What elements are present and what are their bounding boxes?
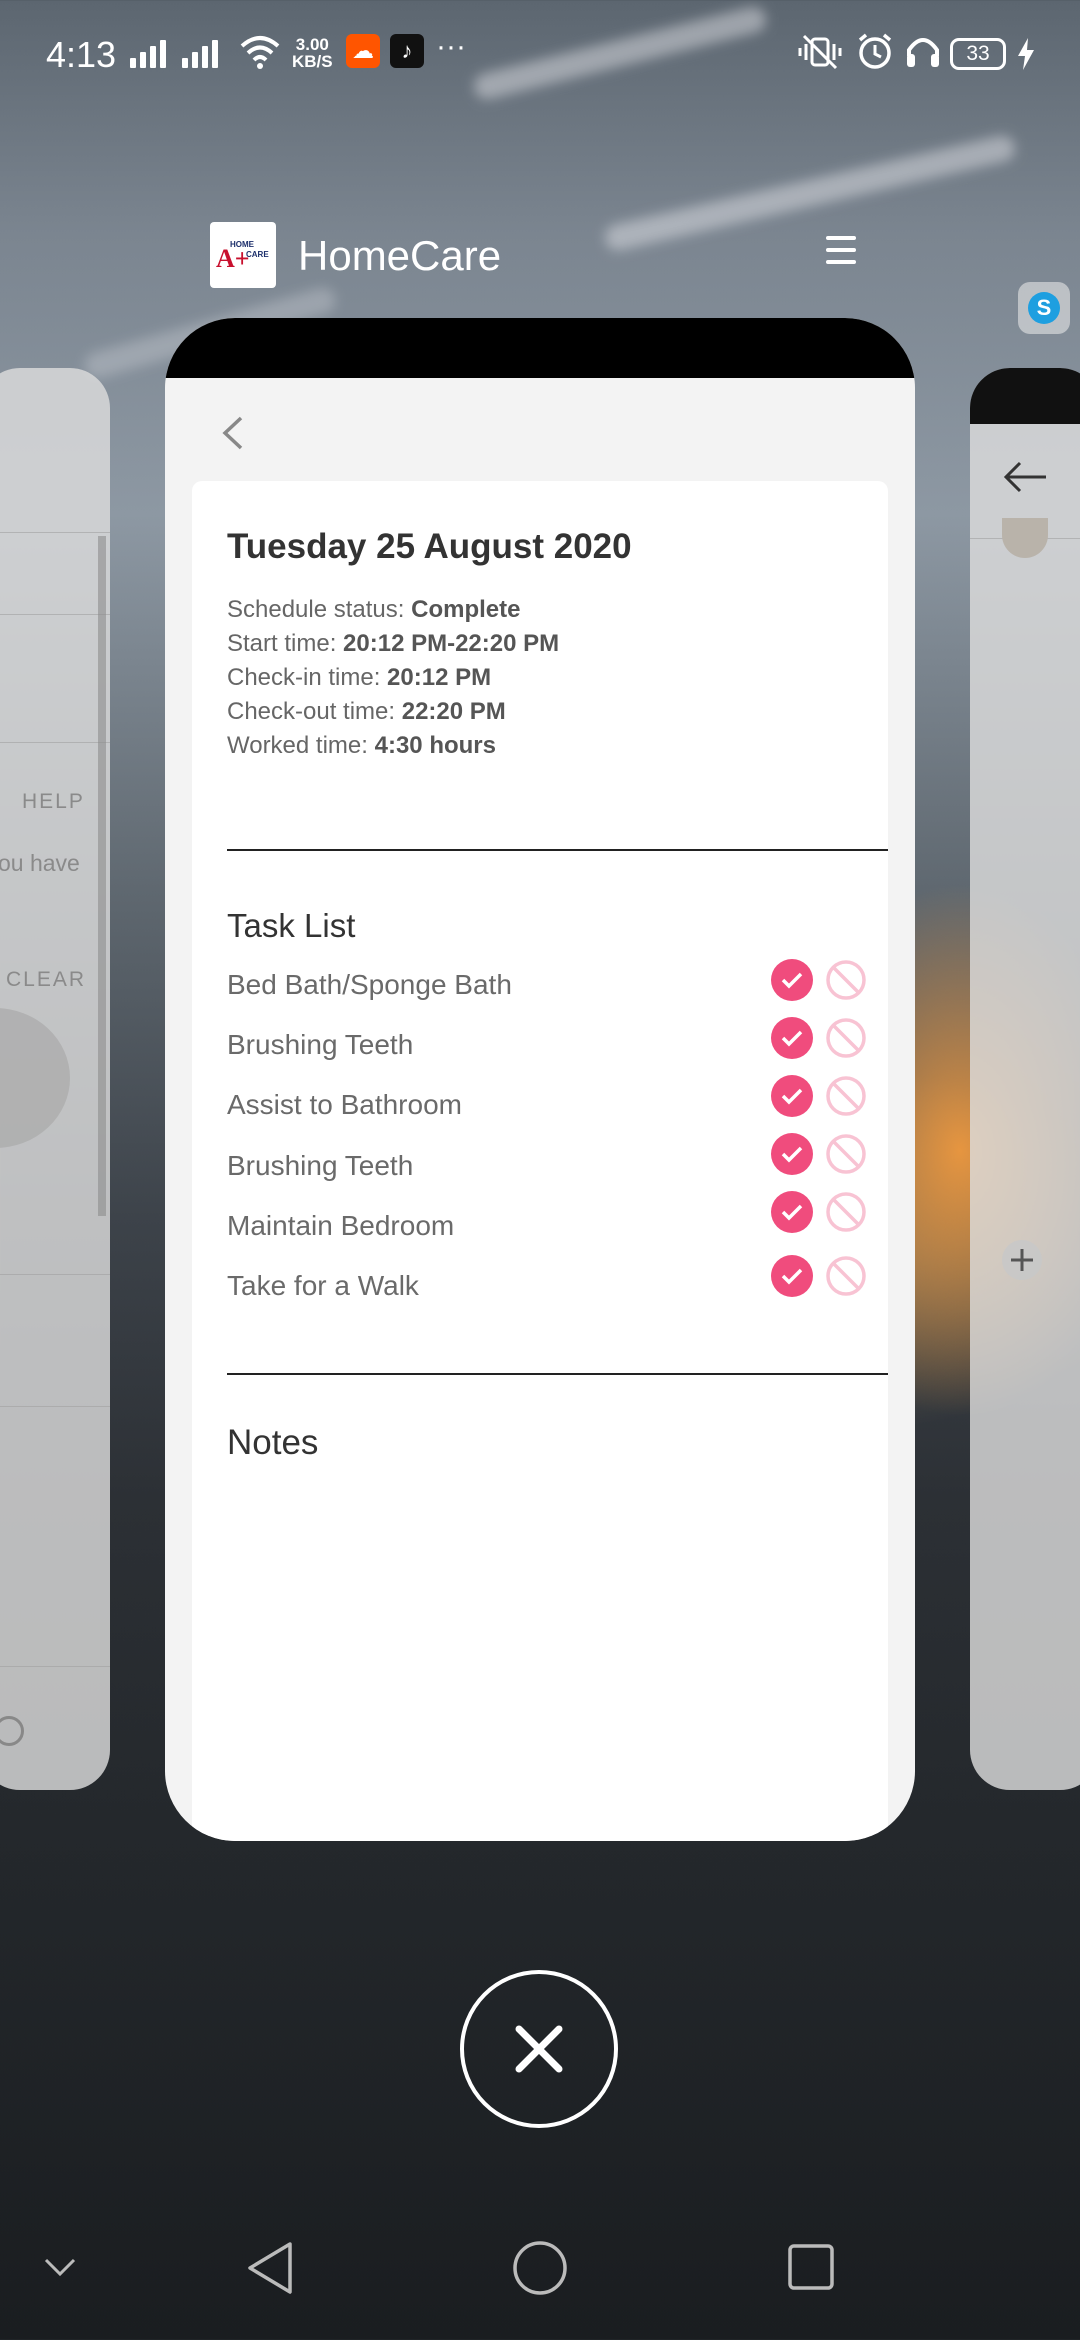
worked-time-value: 4:30 hours xyxy=(374,732,496,759)
skype-letter: S xyxy=(1028,292,1060,324)
battery-icon: 33 xyxy=(950,38,1006,70)
task-check-icon[interactable] xyxy=(771,1075,813,1117)
worked-time-row: Worked time: 4:30 hours xyxy=(227,729,559,763)
status-time: 4:13 xyxy=(46,34,117,75)
start-time-value: 20:12 PM-22:20 PM xyxy=(343,630,560,657)
divider xyxy=(0,1406,110,1407)
back-icon[interactable] xyxy=(244,2240,296,2296)
schedule-date-title: Tuesday 25 August 2020 xyxy=(227,527,632,566)
start-time-row: Start time: 20:12 PM-22:20 PM xyxy=(227,627,559,661)
section-divider xyxy=(227,1373,888,1375)
task-check-icon[interactable] xyxy=(771,1191,813,1233)
person-icon xyxy=(0,1716,24,1746)
charging-icon xyxy=(1018,38,1034,70)
worked-time-label: Worked time: xyxy=(227,732,375,759)
vibrate-icon xyxy=(798,34,842,70)
help-label: HELP xyxy=(22,790,85,813)
chevron-down-icon[interactable] xyxy=(40,2252,80,2282)
task-block-icon[interactable] xyxy=(825,1133,867,1175)
app-title: HomeCare xyxy=(298,232,502,279)
schedule-detail-panel: Tuesday 25 August 2020 Schedule status: … xyxy=(192,481,888,1841)
clear-label: CLEAR xyxy=(6,968,87,991)
checkin-time-label: Check-in time: xyxy=(227,664,388,691)
notes-title: Notes xyxy=(227,1423,319,1462)
checkout-time-value: 22:20 PM xyxy=(401,698,506,725)
checkin-time-row: Check-in time: 20:12 PM xyxy=(227,661,559,695)
back-arrow-icon xyxy=(1003,461,1046,493)
add-icon[interactable] xyxy=(1000,1238,1044,1282)
menu-icon[interactable] xyxy=(826,236,856,272)
task-block-icon[interactable] xyxy=(825,1255,867,1297)
recents-icon[interactable] xyxy=(786,2242,836,2292)
task-block-icon[interactable] xyxy=(825,1075,867,1117)
task-item-label: Maintain Bedroom xyxy=(227,1210,455,1241)
network-speed-unit: KB/S xyxy=(292,52,333,71)
logo-line2: CARE xyxy=(246,250,269,259)
status-bar: 4:13 3.00 KB/S ☁ ♪ ··· 33 xyxy=(0,0,1080,110)
divider xyxy=(0,742,110,743)
signal-icon xyxy=(130,38,166,68)
right-card-top-bar xyxy=(970,368,1080,424)
checkin-time-value: 20:12 PM xyxy=(387,664,492,691)
schedule-status-label: Schedule status: xyxy=(227,596,412,623)
task-item-label: Brushing Teeth xyxy=(227,1150,414,1181)
alarm-icon xyxy=(858,33,892,69)
skype-icon[interactable]: S xyxy=(1018,282,1070,334)
task-item-label: Bed Bath/Sponge Bath xyxy=(227,969,512,1000)
schedule-status-row: Schedule status: Complete xyxy=(227,593,559,627)
schedule-info: Schedule status: Complete Start time: 20… xyxy=(227,593,559,763)
card-top-bar xyxy=(165,318,915,378)
task-check-icon[interactable] xyxy=(771,959,813,1001)
close-icon xyxy=(515,2025,563,2073)
more-notifications-icon: ··· xyxy=(436,30,466,63)
task-list-title: Task List xyxy=(227,907,356,944)
divider xyxy=(0,532,110,533)
network-speed: 3.00 KB/S xyxy=(292,36,333,70)
headphones-icon xyxy=(907,38,939,67)
start-time-label: Start time: xyxy=(227,630,344,657)
wifi-icon xyxy=(240,36,280,69)
tiktok-icon: ♪ xyxy=(390,34,424,68)
task-block-icon[interactable] xyxy=(825,1017,867,1059)
task-check-icon[interactable] xyxy=(771,1255,813,1297)
recent-app-card-homecare[interactable]: Tuesday 25 August 2020 Schedule status: … xyxy=(165,318,915,1841)
checkout-time-row: Check-out time: 22:20 PM xyxy=(227,695,559,729)
task-block-icon[interactable] xyxy=(825,959,867,1001)
left-card-scrollbar xyxy=(98,536,106,1216)
recent-app-card-left[interactable]: HELP ou have CLEAR xyxy=(0,368,110,1790)
recent-app-card-right[interactable] xyxy=(970,368,1080,1790)
checkout-time-label: Check-out time: xyxy=(227,698,402,725)
divider xyxy=(0,1666,110,1667)
left-card-circle xyxy=(0,1008,70,1148)
homecare-logo: HOME A+ CARE xyxy=(210,222,276,288)
task-item-label: Assist to Bathroom xyxy=(227,1089,462,1120)
app-header: HOME A+ CARE HomeCare xyxy=(210,222,880,290)
schedule-status-value: Complete xyxy=(411,596,521,623)
soundcloud-icon: ☁ xyxy=(346,34,380,68)
divider xyxy=(0,1274,110,1275)
task-item-label: Brushing Teeth xyxy=(227,1029,414,1060)
task-item-label: Take for a Walk xyxy=(227,1270,419,1301)
left-card-text: ou have xyxy=(0,850,80,876)
navigation-bar xyxy=(0,2200,1080,2340)
network-speed-value: 3.00 xyxy=(295,35,329,54)
avatar xyxy=(1002,518,1048,558)
home-icon[interactable] xyxy=(512,2240,568,2296)
task-check-icon[interactable] xyxy=(771,1017,813,1059)
back-chevron-icon[interactable] xyxy=(213,408,253,458)
section-divider xyxy=(227,849,888,851)
task-block-icon[interactable] xyxy=(825,1191,867,1233)
close-all-button[interactable] xyxy=(460,1970,618,2128)
logo-a-plus: A+ xyxy=(216,244,250,273)
signal-icon xyxy=(182,38,218,68)
divider xyxy=(0,614,110,615)
task-check-icon[interactable] xyxy=(771,1133,813,1175)
